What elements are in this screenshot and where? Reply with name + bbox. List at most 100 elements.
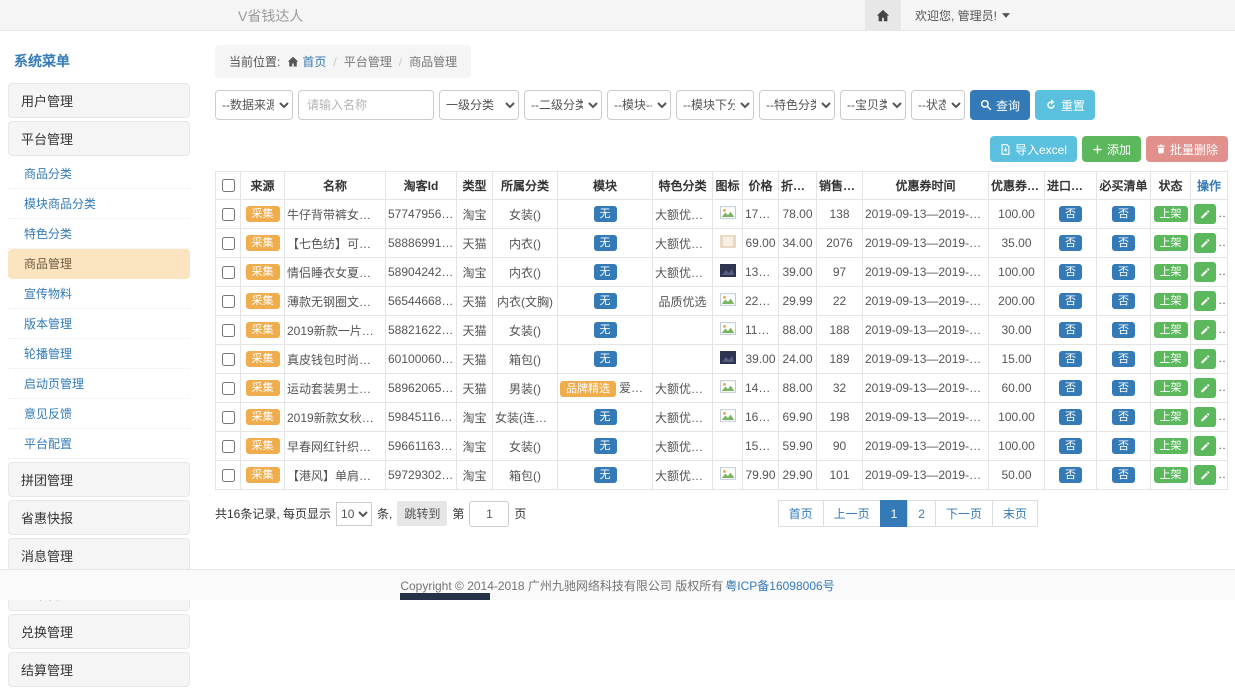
topbar: V省钱达人 欢迎您, 管理员!	[0, 0, 1235, 31]
page-button[interactable]: 上一页	[823, 500, 881, 527]
product-category: 内衣()	[493, 229, 558, 258]
filter-select[interactable]: --模块--	[607, 90, 671, 120]
import-select-cell: 否	[1045, 287, 1097, 316]
row-checkbox[interactable]	[222, 324, 235, 337]
feature-category: 大额优惠券	[653, 461, 713, 490]
module-badge: 无	[594, 264, 617, 280]
jump-to-button[interactable]: 跳转到	[397, 501, 447, 526]
page-button[interactable]: 1	[880, 500, 909, 527]
sidebar-group-item[interactable]: 兑换管理	[8, 614, 190, 649]
home-button[interactable]	[865, 0, 901, 31]
sidebar-group-item[interactable]: 省惠快报	[8, 500, 190, 535]
edit-button[interactable]	[1194, 204, 1216, 224]
coupon-time: 2019-09-13—2019-09-19	[863, 316, 989, 345]
filter-select[interactable]: --特色分类--	[759, 90, 835, 120]
app-title: V省钱达人	[238, 6, 303, 26]
edit-button[interactable]	[1194, 436, 1216, 456]
jump-page-input[interactable]	[469, 501, 509, 527]
import-excel-button[interactable]: 导入excel	[990, 136, 1077, 162]
edit-button[interactable]	[1194, 233, 1216, 253]
column-header: 模块	[558, 172, 653, 200]
sidebar-group-item[interactable]: 消息管理	[8, 538, 190, 573]
import-select-cell: 否	[1045, 258, 1097, 287]
product-type: 淘宝	[457, 403, 493, 432]
page-button[interactable]: 首页	[778, 500, 824, 527]
edit-button[interactable]	[1194, 349, 1216, 369]
reset-button[interactable]: 重置	[1035, 90, 1095, 120]
sidebar-item-link[interactable]: 模块商品分类	[8, 189, 190, 219]
row-checkbox[interactable]	[222, 353, 235, 366]
edit-button[interactable]	[1194, 407, 1216, 427]
breadcrumb-home-link[interactable]: 首页	[287, 53, 326, 70]
query-button[interactable]: 查询	[970, 90, 1030, 120]
filter-select[interactable]: --宝贝类型--	[840, 90, 906, 120]
icon-cell	[713, 287, 743, 316]
sidebar-item-active[interactable]: 商品管理	[8, 249, 190, 279]
source-cell: 采集	[241, 229, 285, 258]
price: 229.99	[743, 287, 779, 316]
import-select-badge: 否	[1059, 322, 1082, 338]
feature-category	[653, 345, 713, 374]
filter-select[interactable]: --二级分类--	[524, 90, 602, 120]
row-checkbox-cell	[216, 258, 241, 287]
row-checkbox[interactable]	[222, 295, 235, 308]
filter-select[interactable]: --状态--	[911, 90, 965, 120]
module-badge: 品牌精选	[560, 381, 616, 397]
edit-button[interactable]	[1194, 262, 1216, 282]
status-cell: 上架	[1151, 432, 1191, 461]
page-button[interactable]: 下一页	[935, 500, 993, 527]
sidebar-group-item[interactable]: 用户管理	[8, 83, 190, 118]
filter-select[interactable]: --模块下分类--	[676, 90, 754, 120]
operations-cell	[1191, 374, 1228, 403]
product-category: 女装(连衣裙)	[493, 403, 558, 432]
user-menu[interactable]: 欢迎您, 管理员!	[915, 7, 1010, 24]
row-checkbox[interactable]	[222, 237, 235, 250]
row-checkbox[interactable]	[222, 469, 235, 482]
discount-price: 69.90	[779, 403, 817, 432]
search-input[interactable]	[298, 90, 434, 120]
row-checkbox[interactable]	[222, 440, 235, 453]
product-name: 薄款无钢圈文胸聚拢性...	[285, 287, 386, 316]
sidebar-group-item[interactable]: 拼团管理	[8, 462, 190, 497]
import-select-badge: 否	[1059, 409, 1082, 425]
coupon-amount: 200.00	[989, 287, 1045, 316]
sidebar-item-link[interactable]: 意见反馈	[8, 399, 190, 429]
page-button[interactable]: 2	[907, 500, 936, 527]
source-badge: 采集	[246, 235, 280, 251]
edit-button[interactable]	[1194, 378, 1216, 398]
per-page-select[interactable]: 10	[336, 502, 372, 526]
module-badge: 无	[594, 293, 617, 309]
pagination-row: 共16条记录, 每页显示 10 条, 跳转到 第 页 首页上一页12下一页末页	[215, 500, 1228, 527]
sidebar-item-link[interactable]: 商品分类	[8, 159, 190, 189]
icp-link[interactable]: 粤ICP备16098006号	[725, 577, 834, 594]
page-button[interactable]: 末页	[992, 500, 1038, 527]
main-content: 当前位置: 首页 / 平台管理 / 商品管理 --数据来源--一级分类--二级分…	[215, 45, 1228, 527]
row-checkbox[interactable]	[222, 208, 235, 221]
table-row: 采集2019新款一片式系...588216228899天猫女装()无118.00…	[216, 316, 1228, 345]
edit-button[interactable]	[1194, 465, 1216, 485]
filter-select[interactable]: 一级分类	[439, 90, 519, 120]
sidebar-item-link[interactable]: 启动页管理	[8, 369, 190, 399]
must-buy-badge: 否	[1112, 293, 1135, 309]
breadcrumb-home-label: 首页	[302, 53, 326, 70]
sidebar-group-item[interactable]: 平台管理	[8, 121, 190, 156]
sidebar-item-link[interactable]: 特色分类	[8, 219, 190, 249]
select-all-checkbox[interactable]	[222, 179, 235, 192]
row-checkbox[interactable]	[222, 382, 235, 395]
import-select-cell: 否	[1045, 461, 1097, 490]
edit-button[interactable]	[1194, 320, 1216, 340]
taoke-id: 577479560965	[386, 200, 457, 229]
filter-select[interactable]: --数据来源--	[215, 90, 293, 120]
must-buy-badge: 否	[1112, 235, 1135, 251]
batch-delete-button[interactable]: 批量删除	[1146, 136, 1228, 162]
row-checkbox[interactable]	[222, 411, 235, 424]
sidebar-item-link[interactable]: 轮播管理	[8, 339, 190, 369]
sidebar-item-link[interactable]: 平台配置	[8, 429, 190, 459]
row-checkbox[interactable]	[222, 266, 235, 279]
sidebar-item-link[interactable]: 宣传物料	[8, 279, 190, 309]
sidebar-item-link[interactable]: 版本管理	[8, 309, 190, 339]
taoke-id: 601000601341	[386, 345, 457, 374]
sidebar-group-item[interactable]: 结算管理	[8, 652, 190, 687]
add-button[interactable]: 添加	[1082, 136, 1141, 162]
edit-button[interactable]	[1194, 291, 1216, 311]
